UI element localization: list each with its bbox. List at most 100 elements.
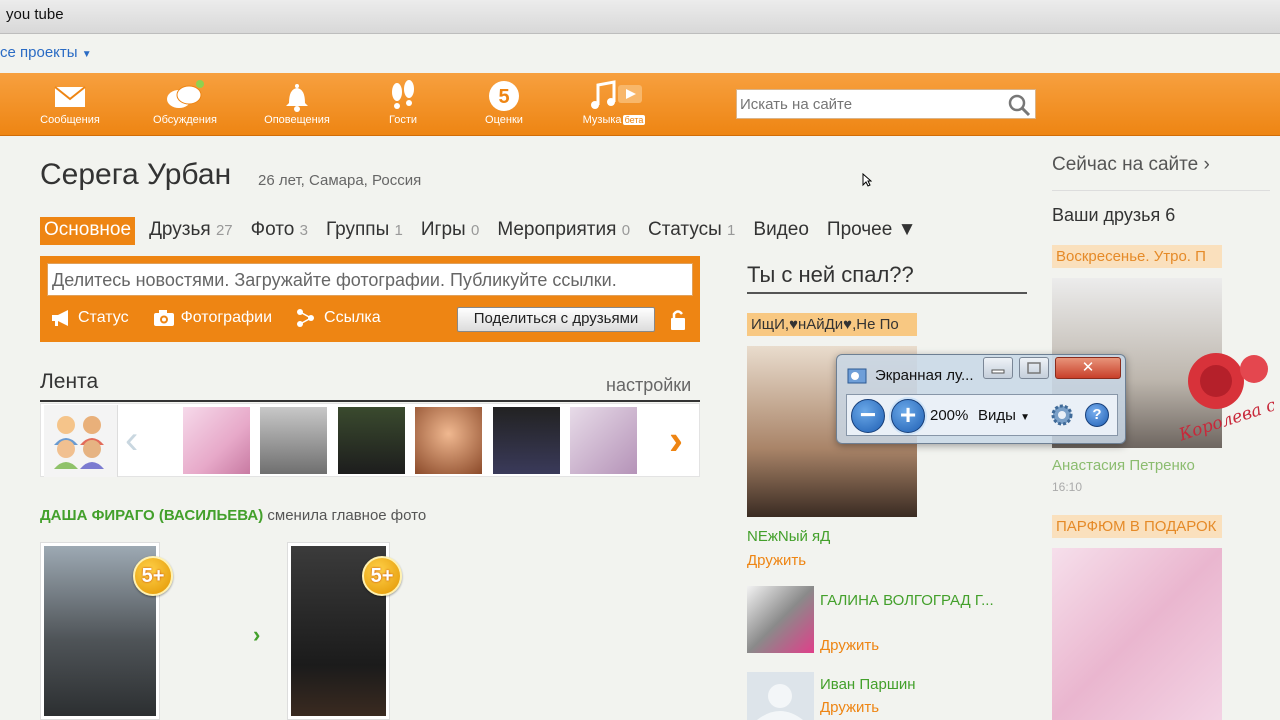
tab-label: Друзья — [149, 219, 211, 240]
help-icon[interactable]: ? — [1085, 403, 1109, 427]
profile-meta: 26 лет, Самара, Россия — [258, 172, 422, 189]
search-input[interactable] — [737, 90, 997, 118]
chat-bubbles-icon — [167, 80, 204, 108]
music-label: Музыка — [582, 114, 622, 126]
section-divider — [747, 292, 1027, 294]
gear-icon[interactable] — [1050, 403, 1074, 427]
five-plus-badge[interactable]: 5+ — [362, 556, 402, 596]
toolbar-item-music[interactable]: Музыка бета — [569, 79, 659, 126]
toolbar-label: Музыка бета — [569, 114, 659, 126]
tab-label: Основное — [44, 219, 132, 240]
share-actions: Статус Фотографии Ссылка — [50, 308, 405, 328]
maximize-button[interactable] — [1019, 357, 1049, 379]
section-title: Ты с ней спал?? — [747, 262, 914, 287]
tab-count: 1 — [727, 222, 736, 239]
close-button[interactable]: ✕ — [1055, 357, 1121, 379]
person-name-link[interactable]: NЕжNый яД — [747, 528, 830, 545]
footprints-icon — [392, 80, 414, 109]
tab-games[interactable]: Игры 0 — [417, 217, 483, 245]
toolbar-label: Сообщения — [40, 114, 100, 126]
toolbar-label: Гости — [388, 114, 418, 126]
toolbar-item-discussions[interactable]: Обсуждения — [140, 79, 230, 126]
add-friend-link[interactable]: Дружить — [747, 552, 806, 569]
friend-thumbnail[interactable] — [183, 407, 250, 474]
five-plus-badge[interactable]: 5+ — [133, 556, 173, 596]
views-label: Виды — [978, 407, 1016, 424]
minimize-button[interactable] — [983, 357, 1013, 379]
toolbar-item-guests[interactable]: Гости — [358, 79, 448, 126]
friend-photo[interactable] — [1052, 548, 1222, 720]
tab-label: Мероприятия — [497, 219, 617, 240]
friend-thumbnail[interactable] — [260, 407, 327, 474]
friend-status-tag[interactable]: ПАРФЮМ В ПОДАРОК — [1052, 515, 1222, 538]
profile-tabs: Основное Друзья 27 Фото 3 Группы 1 Игры … — [40, 217, 930, 245]
address-text[interactable]: you tube — [6, 6, 64, 23]
share-link-button[interactable]: Ссылка — [296, 308, 381, 328]
carousel-prev-icon[interactable]: ‹ — [125, 418, 138, 463]
projects-menu[interactable]: се проекты ▼ — [0, 44, 92, 61]
toolbar-label: Оповещения — [264, 114, 330, 126]
search-icon[interactable] — [1007, 93, 1031, 117]
five-rating-icon: 5 — [489, 81, 519, 111]
add-friend-link[interactable]: Дружить — [820, 699, 879, 716]
zoom-in-button[interactable]: + — [891, 399, 925, 433]
right-divider — [1052, 190, 1270, 191]
views-dropdown[interactable]: Виды ▼ — [978, 407, 1030, 424]
friend-thumbnail[interactable] — [338, 407, 405, 474]
event-author-link[interactable]: ДАША ФИРАГО (ВАСИЛЬЕВА) — [40, 507, 263, 524]
bell-icon — [286, 84, 308, 112]
tab-label: Статусы — [648, 219, 722, 240]
friend-status-tag[interactable]: Воскресенье. Утро. П — [1052, 245, 1222, 268]
toolbar-item-messages[interactable]: Сообщения — [25, 79, 115, 126]
friend-thumbnail[interactable] — [493, 407, 560, 474]
chevron-down-icon: ▼ — [81, 49, 92, 60]
share-status-button[interactable]: Статус — [50, 308, 129, 328]
toolbar-item-ratings[interactable]: 5 Оценки — [459, 79, 549, 126]
friend-thumbnail[interactable] — [570, 407, 637, 474]
share-photo-button[interactable]: Фотографии — [153, 308, 272, 328]
toolbar-label: Обсуждения — [153, 114, 217, 126]
tab-label: Группы — [325, 219, 390, 240]
status-tag[interactable]: ИщИ,♥нАйДи♥,Не По — [747, 313, 917, 336]
feed-settings-link[interactable]: настройки — [606, 375, 691, 396]
person-thumbnail[interactable] — [747, 586, 814, 653]
person-name-link[interactable]: ГАЛИНА ВОЛГОГРАД Г... — [820, 590, 995, 612]
zoom-out-button[interactable]: − — [851, 399, 885, 433]
top-toolbar: Сообщения Обсуждения Оповещения Гости 5 — [0, 73, 1280, 136]
friends-group-icon[interactable] — [44, 405, 118, 477]
tab-events[interactable]: Мероприятия 0 — [493, 217, 634, 245]
person-thumbnail[interactable] — [747, 672, 814, 720]
friend-name-link[interactable]: Анастасия Петренко — [1052, 457, 1195, 474]
share-with-friends-button[interactable]: Поделиться с друзьями — [457, 307, 655, 332]
add-friend-link[interactable]: Дружить — [820, 637, 879, 654]
carousel-next-icon[interactable]: › — [669, 416, 683, 464]
friend-thumbnail[interactable] — [415, 407, 482, 474]
tab-friends[interactable]: Друзья 27 — [145, 217, 237, 245]
tab-count: 27 — [215, 222, 233, 239]
friend-online-time: 16:10 — [1052, 480, 1083, 494]
magnifier-app-icon — [847, 368, 867, 384]
now-online-link[interactable]: Сейчас на сайте › — [1052, 154, 1210, 176]
plus-icon: + — [899, 399, 917, 430]
tab-photos[interactable]: Фото 3 — [247, 217, 312, 245]
tab-statuses[interactable]: Статусы 1 — [644, 217, 739, 245]
toolbar-item-notifications[interactable]: Оповещения — [252, 79, 342, 126]
tab-video[interactable]: Видео — [749, 217, 813, 245]
lock-icon[interactable] — [669, 309, 687, 331]
zoom-level: 200% — [930, 407, 969, 424]
friends-carousel: ‹ › — [40, 403, 700, 477]
mouse-cursor-icon — [862, 173, 872, 187]
tab-more[interactable]: Прочее ▼ — [823, 217, 921, 245]
share-input[interactable]: Делитесь новостями. Загружайте фотографи… — [47, 263, 693, 296]
tab-count: 3 — [299, 222, 308, 239]
megaphone-icon — [52, 310, 68, 326]
chevron-right-icon: › — [253, 622, 261, 647]
tab-groups[interactable]: Группы 1 — [322, 217, 407, 245]
tab-main[interactable]: Основное — [40, 217, 136, 245]
person-name-link[interactable]: Иван Паршин — [820, 676, 916, 693]
tab-label: Прочее ▼ — [826, 219, 917, 240]
your-friends-title[interactable]: Ваши друзья 6 — [1052, 205, 1175, 226]
browser-bar: you tube — [0, 0, 1280, 34]
close-icon: ✕ — [1081, 359, 1095, 376]
envelope-icon — [54, 86, 86, 107]
